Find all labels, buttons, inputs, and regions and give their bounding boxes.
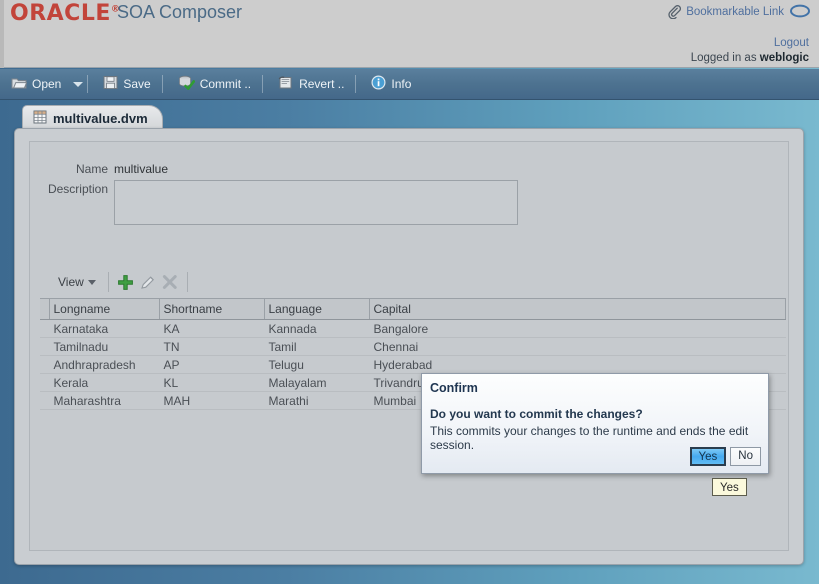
revert-button[interactable]: Revert .. xyxy=(271,72,351,96)
yes-button[interactable]: Yes xyxy=(689,447,727,466)
editor-panel: Name multivalue Description View Longnam… xyxy=(14,128,804,565)
logout-link[interactable]: Logout xyxy=(691,36,809,51)
column-header-shortname[interactable]: Shortname xyxy=(159,298,265,320)
cell-language[interactable]: Marathi xyxy=(264,391,369,410)
tab-strip: multivalue.dvm xyxy=(14,101,804,130)
cell-longname[interactable]: Karnataka xyxy=(49,319,159,338)
revert-document-icon xyxy=(278,75,294,93)
cell-longname[interactable]: Maharashtra xyxy=(49,391,159,410)
logged-in-status: Logged in as weblogic xyxy=(691,52,809,64)
cell-shortname[interactable]: KL xyxy=(159,373,264,392)
no-button[interactable]: No xyxy=(730,447,761,466)
dialog-buttons: Yes No xyxy=(689,447,761,466)
revert-button-label: Revert .. xyxy=(299,77,345,91)
grid-table-icon xyxy=(33,110,47,127)
column-header-language[interactable]: Language xyxy=(264,298,370,320)
cell-capital[interactable]: Bangalore xyxy=(369,319,785,338)
viewbar-separator xyxy=(186,272,188,292)
cell-language[interactable]: Malayalam xyxy=(264,373,369,392)
open-button-label: Open xyxy=(32,77,62,91)
table-row[interactable]: Andhrapradesh AP Telugu Hyderabad xyxy=(40,355,785,374)
description-row: Description xyxy=(42,180,518,225)
cell-longname[interactable]: Andhrapradesh xyxy=(49,355,159,374)
info-button[interactable]: Info xyxy=(364,72,418,96)
commit-button[interactable]: Commit .. xyxy=(171,72,258,96)
editor-panel-inner: Name multivalue Description View Longnam… xyxy=(29,141,789,551)
toolbar-separator xyxy=(262,75,264,93)
cell-language[interactable]: Kannada xyxy=(264,319,369,338)
name-value: multivalue xyxy=(114,162,169,176)
bookmark-row: Bookmarkable Link xyxy=(667,4,811,20)
row-selector[interactable] xyxy=(40,391,49,410)
cell-language[interactable]: Tamil xyxy=(264,337,369,356)
name-label: Name xyxy=(75,162,108,176)
row-selector[interactable] xyxy=(40,355,49,374)
description-input[interactable] xyxy=(114,180,518,225)
toolbar-separator xyxy=(161,75,163,93)
info-icon xyxy=(371,75,386,93)
info-button-label: Info xyxy=(391,77,412,91)
row-selector[interactable] xyxy=(40,319,49,338)
chevron-down-icon xyxy=(87,279,96,285)
table-row[interactable]: Karnataka KA Kannada Bangalore xyxy=(40,319,785,338)
username: weblogic xyxy=(759,52,809,64)
cell-capital[interactable]: Chennai xyxy=(369,337,785,356)
cell-shortname[interactable]: TN xyxy=(159,337,264,356)
commit-button-label: Commit .. xyxy=(199,77,252,91)
row-selector[interactable] xyxy=(40,337,49,356)
cell-longname[interactable]: Kerala xyxy=(49,373,159,392)
toolbar-separator xyxy=(355,75,357,93)
view-menu-button[interactable]: View xyxy=(52,271,102,293)
dialog-question: Do you want to commit the changes? xyxy=(430,407,643,421)
description-label: Description xyxy=(47,182,108,196)
cell-shortname[interactable]: KA xyxy=(159,319,264,338)
session-block: Logout Logged in as weblogic xyxy=(691,36,809,66)
yes-button-tooltip: Yes xyxy=(712,478,747,496)
name-row: Name multivalue xyxy=(42,160,168,176)
confirm-dialog: Confirm Do you want to commit the change… xyxy=(421,373,769,474)
plus-icon xyxy=(118,274,134,290)
pencil-icon xyxy=(141,275,155,289)
bookmark-window-icon[interactable] xyxy=(789,4,811,20)
add-row-button[interactable] xyxy=(115,271,137,293)
delete-x-icon xyxy=(163,274,177,289)
table-row[interactable]: Tamilnadu TN Tamil Chennai xyxy=(40,337,785,356)
delete-row-button[interactable] xyxy=(159,271,181,293)
save-button[interactable]: Save xyxy=(96,72,157,96)
cell-shortname[interactable]: AP xyxy=(159,355,264,374)
tab-label: multivalue.dvm xyxy=(53,110,148,126)
commit-icon xyxy=(178,75,195,93)
toolbar-separator xyxy=(87,75,89,93)
cell-shortname[interactable]: MAH xyxy=(159,391,264,410)
cell-longname[interactable]: Tamilnadu xyxy=(49,337,159,356)
paperclip-icon xyxy=(667,5,682,19)
open-dropdown-arrow[interactable] xyxy=(73,81,84,87)
bookmarkable-link[interactable]: Bookmarkable Link xyxy=(686,6,784,18)
dialog-title: Confirm xyxy=(430,381,478,395)
viewbar-separator xyxy=(107,272,109,292)
app-title: SOA Composer xyxy=(117,2,243,22)
row-selector[interactable] xyxy=(40,373,49,392)
column-header-capital[interactable]: Capital xyxy=(369,298,786,320)
tab-multivalue-dvm[interactable]: multivalue.dvm xyxy=(22,105,163,130)
cell-language[interactable]: Telugu xyxy=(264,355,369,374)
main-toolbar: Open Save Commit .. Revert .. Info xyxy=(0,69,819,100)
cell-capital[interactable]: Hyderabad xyxy=(369,355,785,374)
column-header-longname[interactable]: Longname xyxy=(49,298,160,320)
edit-row-button[interactable] xyxy=(137,271,159,293)
table-header-row: Longname Shortname Language Capital xyxy=(40,298,786,320)
save-button-label: Save xyxy=(123,77,151,91)
view-menu-label: View xyxy=(58,275,84,289)
floppy-disk-icon xyxy=(103,75,118,93)
logged-in-prefix: Logged in as xyxy=(690,52,757,64)
table-action-toolbar: View xyxy=(52,270,194,294)
brand-bar: ORACLE® SOA Composer Bookmarkable Link L… xyxy=(0,0,819,68)
folder-open-icon xyxy=(11,76,28,93)
oracle-logo: ORACLE® xyxy=(10,1,120,26)
open-button[interactable]: Open xyxy=(4,72,68,96)
oracle-logo-text: ORACLE xyxy=(10,1,111,26)
row-selector-header xyxy=(40,298,50,320)
